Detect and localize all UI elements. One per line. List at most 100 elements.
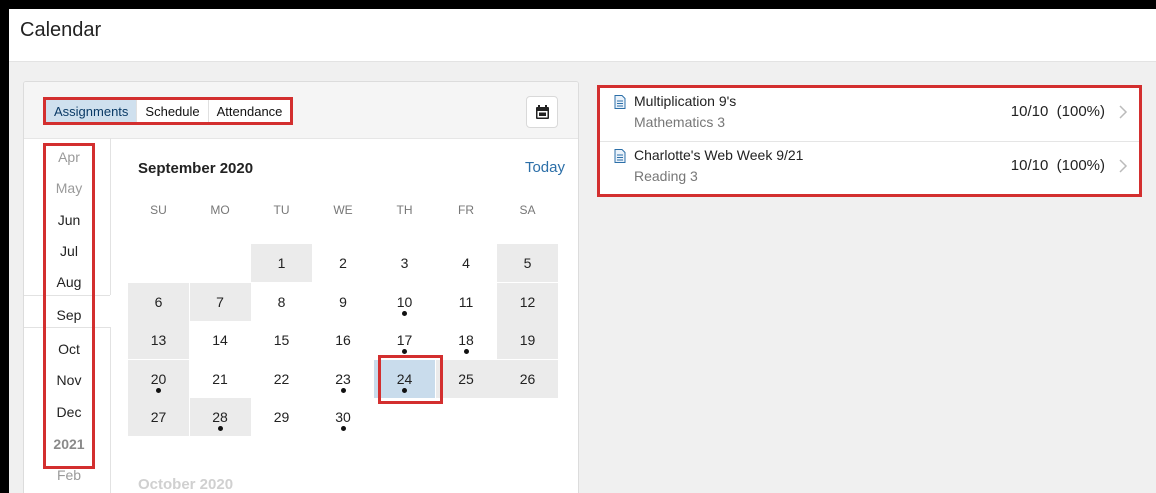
month-item-jun[interactable]: Jun [44,212,94,228]
month-title: September 2020 [138,160,254,177]
top-bar: Calendar [9,9,1156,62]
next-month-title: October 2020 [138,476,234,493]
month-item-nov[interactable]: Nov [44,372,94,388]
day-number: 19 [519,332,536,348]
assignment-score: 10/10 (100%) [1010,103,1105,120]
assignment-name: Charlotte's Web Week 9/21 [634,147,804,163]
calendar-day[interactable]: 25 [435,359,497,398]
day-number: 11 [458,293,474,310]
calendar-day[interactable]: 16 [313,321,374,359]
calendar-day[interactable]: 13 [128,321,189,359]
day-number: 16 [335,332,351,348]
calendar-day[interactable]: 27 [128,398,189,436]
month-item-may[interactable]: May [44,180,94,196]
calendar-day[interactable]: 15 [251,321,312,359]
assignment-name: Multiplication 9's [634,93,737,109]
calendar-icon [535,105,549,119]
weekday-label: SU [150,203,167,217]
calendar-day[interactable]: 9 [313,283,374,321]
day-number: 6 [154,293,163,310]
assignment-score: 10/10 (100%) [1010,157,1105,174]
day-number: 10 [396,293,413,310]
calendar-day[interactable]: 7 [189,282,251,321]
assignment-course: Mathematics 3 [634,114,726,130]
calendar-day[interactable]: 4 [436,244,497,282]
calendar-day[interactable]: 17 [374,321,435,359]
event-dot-icon [463,349,469,354]
day-number: 4 [462,255,470,271]
day-number: 18 [458,332,474,348]
today-button[interactable]: Today [525,159,565,176]
month-item-sep[interactable]: Sep [44,307,94,323]
app-frame: Calendar Assignments Schedule Attendance [9,9,1156,493]
month-item-apr[interactable]: Apr [44,149,94,165]
event-dot-icon [402,349,407,354]
month-item-year-2021[interactable]: 2021 [44,436,94,452]
chevron-right-icon [1119,105,1128,119]
calendar-panel: Assignments Schedule Attendance Apr May … [23,81,579,493]
calendar-day[interactable]: 14 [190,321,251,359]
event-dot-icon [217,426,223,431]
calendar-picker-button[interactable] [526,96,558,128]
calendar-day[interactable]: 3 [374,244,435,282]
day-number: 20 [150,370,167,387]
calendar-day[interactable]: 8 [251,283,312,321]
month-item-jul[interactable]: Jul [44,243,94,259]
calendar-day[interactable]: 6 [128,282,189,321]
calendar-day[interactable]: 29 [251,398,312,436]
selected-day-highlight [378,355,443,404]
day-number: 9 [339,293,347,310]
calendar-day[interactable]: 18 [436,321,497,359]
calendar-day[interactable]: 20 [128,359,189,398]
assignments-panel: Multiplication 9's Mathematics 3 10/10 (… [597,85,1142,197]
day-number: 28 [212,409,228,425]
weekday-label: TH [396,203,413,217]
day-number: 15 [273,332,290,348]
calendar-day[interactable]: 23 [313,360,374,398]
day-number: 7 [216,293,224,310]
calendar-day[interactable]: 10 [374,283,435,321]
month-divider [110,138,111,295]
day-number: 27 [150,409,167,425]
calendar-day[interactable]: 28 [189,398,251,436]
weekday-label: WE [333,203,353,217]
day-number: 13 [150,332,167,348]
document-icon [614,149,626,163]
calendar-day[interactable]: 19 [497,321,558,359]
calendar-day[interactable]: 12 [497,282,558,321]
tab-assignments[interactable]: Assignments [46,100,138,122]
event-dot-icon [340,387,346,393]
event-dot-icon [340,426,346,431]
day-number: 1 [277,255,286,271]
day-number: 29 [273,409,290,425]
tab-attendance[interactable]: Attendance [209,100,291,122]
month-item-dec[interactable]: Dec [44,404,94,420]
day-number: 8 [277,293,286,310]
day-number: 14 [212,332,228,348]
calendar-day[interactable]: 21 [190,360,251,398]
calendar-day[interactable]: 5 [497,244,558,282]
page-title: Calendar [20,19,102,41]
calendar-day[interactable]: 22 [251,360,312,398]
day-number: 5 [523,255,532,271]
calendar-day[interactable]: 1 [251,244,312,282]
day-number: 3 [400,255,409,271]
day-number: 30 [335,409,351,425]
calendar-day[interactable]: 30 [313,398,374,436]
month-item-oct[interactable]: Oct [44,341,94,357]
assignment-row[interactable]: Multiplication 9's Mathematics 3 10/10 (… [600,88,1139,141]
assignment-row[interactable]: Charlotte's Web Week 9/21 Reading 3 10/1… [600,141,1139,195]
tab-schedule[interactable]: Schedule [137,100,209,122]
chevron-right-icon [1119,159,1128,173]
weekday-label: SA [519,203,536,217]
day-number: 25 [458,370,474,387]
calendar-day[interactable]: 26 [497,359,558,398]
weekday-label: FR [458,203,474,217]
calendar-day[interactable]: 2 [313,244,374,282]
day-number: 26 [519,370,536,387]
calendar-day[interactable]: 11 [436,283,497,321]
month-item-aug[interactable]: Aug [44,274,94,290]
event-dot-icon [156,387,161,393]
month-item-feb[interactable]: Feb [44,467,94,483]
weekday-label: TU [273,203,290,217]
